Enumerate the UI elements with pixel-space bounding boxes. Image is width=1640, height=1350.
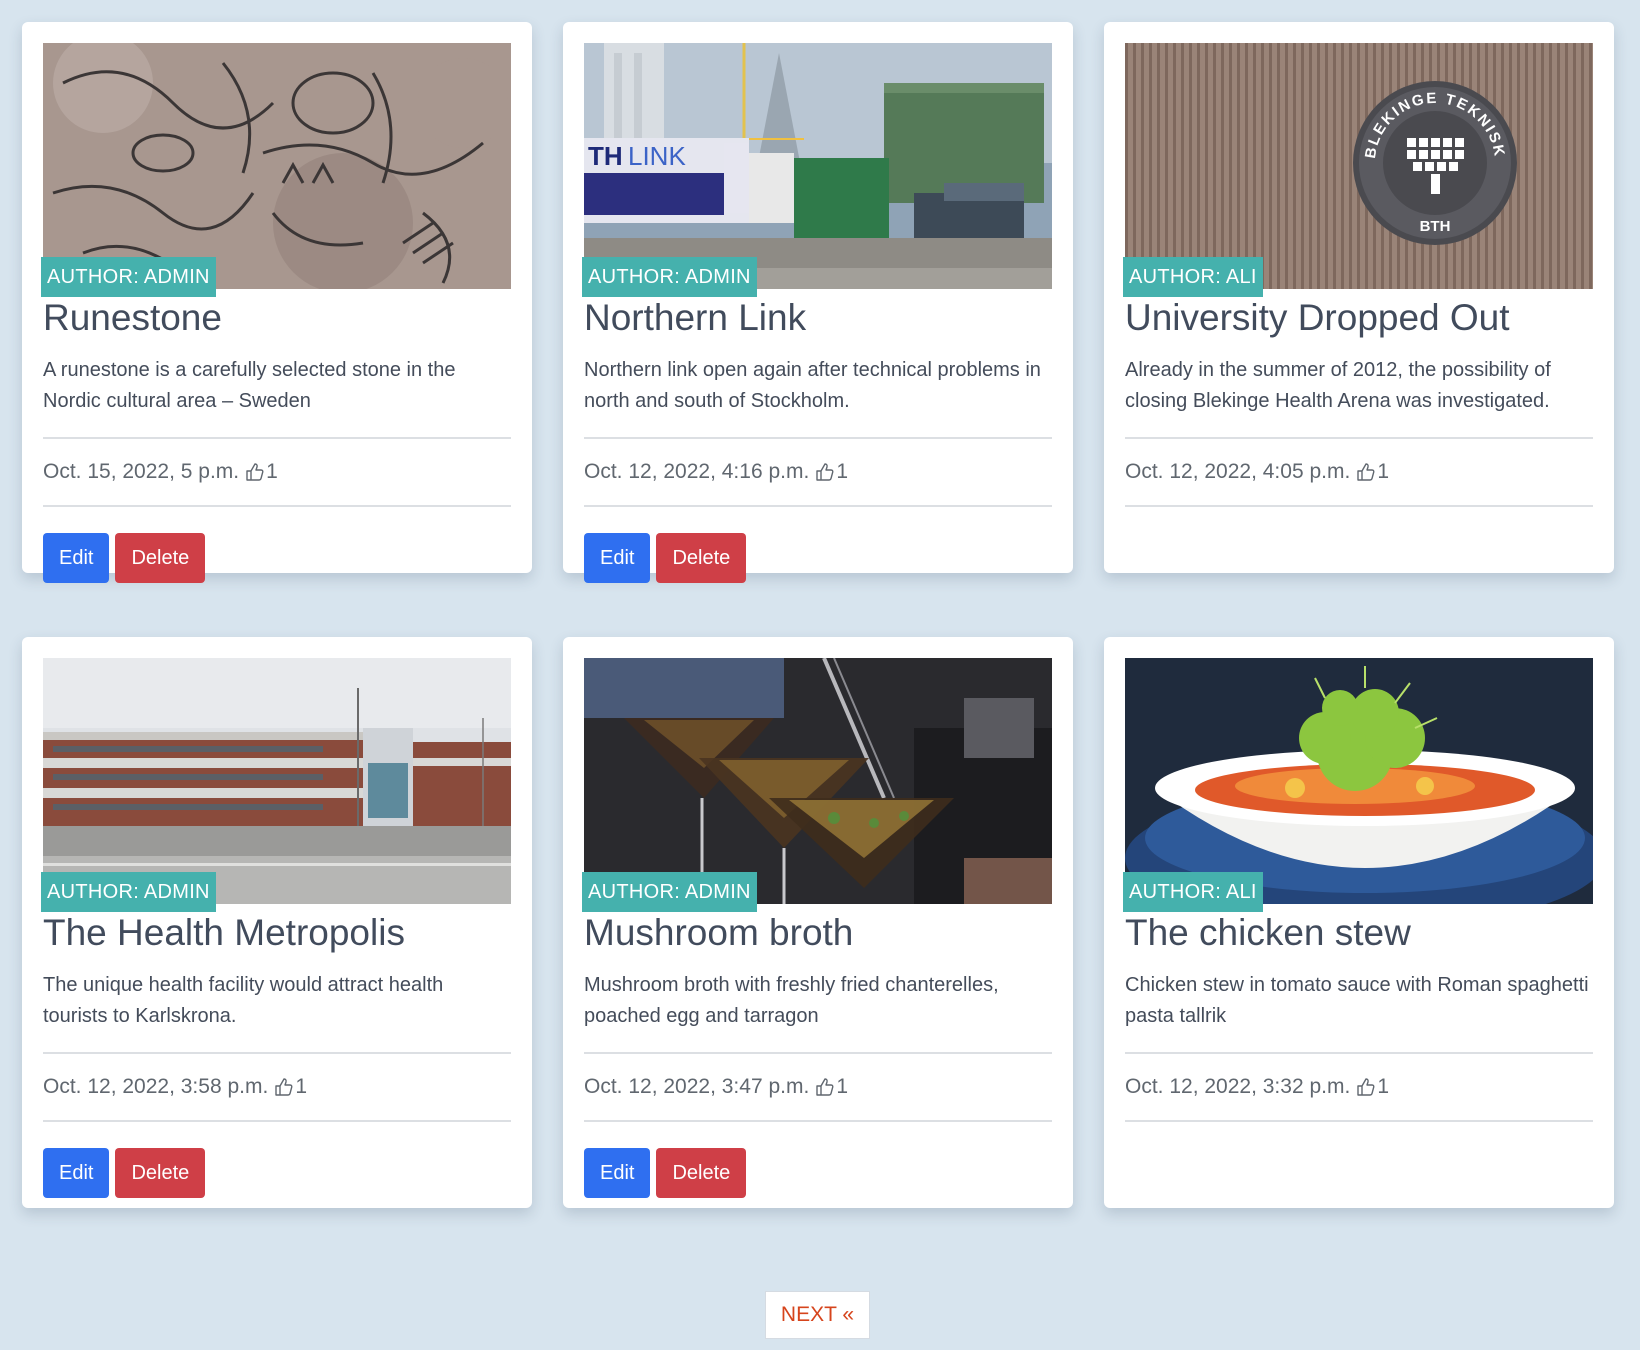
brick-building-image	[43, 658, 511, 904]
edit-button[interactable]: Edit	[584, 1148, 651, 1198]
author-badge: AUTHOR: ALI	[1123, 872, 1263, 912]
author-badge: AUTHOR: ALI	[1123, 257, 1263, 297]
post-card: AUTHOR: ADMIN Runestone A runestone is a…	[22, 22, 532, 583]
delete-button[interactable]: Delete	[115, 1148, 206, 1198]
post-date: Oct. 12, 2022, 3:32 p.m.	[1125, 1075, 1351, 1098]
post-title[interactable]: Runestone	[43, 295, 511, 341]
construction-site-image: TH LINK	[584, 43, 1052, 289]
post-image[interactable]: AUTHOR: ADMIN	[582, 658, 1052, 912]
divider	[43, 505, 511, 507]
svg-text:TH: TH	[588, 141, 623, 171]
post-summary: A runestone is a carefully selected ston…	[43, 359, 456, 412]
edit-button[interactable]: Edit	[43, 533, 110, 583]
post-title[interactable]: Northern Link	[584, 295, 1052, 341]
delete-button[interactable]: Delete	[115, 533, 206, 583]
post-actions: Edit Delete	[43, 1148, 511, 1198]
post-date: Oct. 15, 2022, 5 p.m.	[43, 460, 240, 483]
divider	[43, 1120, 511, 1122]
post-card: TH LINK AUTHOR: ADMIN Northern Link Nort…	[563, 22, 1073, 583]
divider	[1125, 505, 1593, 507]
logo-text-bottom: BTH	[1420, 218, 1451, 235]
posts-grid: AUTHOR: ADMIN Runestone A runestone is a…	[22, 22, 1614, 1208]
stew-bowl-image	[1125, 658, 1593, 904]
post-meta: Oct. 12, 2022, 4:16 p.m. 1	[584, 439, 1052, 505]
like-count: 1	[1377, 1075, 1389, 1098]
post-meta: Oct. 15, 2022, 5 p.m. 1	[43, 439, 511, 505]
post-image[interactable]: BLEKINGE TEKNISKA HÖGSKOLA BTH	[1123, 43, 1593, 297]
divider	[584, 1120, 1052, 1122]
divider	[584, 505, 1052, 507]
post-card: AUTHOR: ADMIN Mushroom broth Mushroom br…	[563, 637, 1073, 1208]
svg-text:LINK: LINK	[628, 141, 686, 171]
post-card: BLEKINGE TEKNISKA HÖGSKOLA BTH	[1104, 22, 1614, 573]
post-title[interactable]: The chicken stew	[1125, 910, 1593, 956]
post-summary: The unique health facility would attract…	[43, 974, 444, 1027]
thumbs-up-icon[interactable]	[274, 1077, 294, 1097]
delete-button[interactable]: Delete	[656, 533, 747, 583]
post-image[interactable]: AUTHOR: ADMIN	[41, 43, 511, 297]
post-image[interactable]: AUTHOR: ALI	[1123, 658, 1593, 912]
broth-glasses-image	[584, 658, 1052, 904]
post-title[interactable]: Mushroom broth	[584, 910, 1052, 956]
author-badge: AUTHOR: ADMIN	[582, 872, 757, 912]
post-title[interactable]: The Health Metropolis	[43, 910, 511, 956]
post-date: Oct. 12, 2022, 4:16 p.m.	[584, 460, 810, 483]
post-title[interactable]: University Dropped Out	[1125, 295, 1593, 341]
like-count: 1	[836, 1075, 848, 1098]
author-badge: AUTHOR: ADMIN	[41, 872, 216, 912]
post-actions: Edit Delete	[43, 533, 511, 583]
author-badge: AUTHOR: ADMIN	[582, 257, 757, 297]
thumbs-up-icon[interactable]	[1356, 462, 1376, 482]
author-badge: AUTHOR: ADMIN	[41, 257, 216, 297]
post-actions: Edit Delete	[584, 1148, 1052, 1198]
thumbs-up-icon[interactable]	[245, 462, 265, 482]
post-date: Oct. 12, 2022, 4:05 p.m.	[1125, 460, 1351, 483]
post-image[interactable]: TH LINK AUTHOR: ADMIN	[582, 43, 1052, 297]
post-summary: Already in the summer of 2012, the possi…	[1125, 359, 1551, 412]
post-date: Oct. 12, 2022, 3:47 p.m.	[584, 1075, 810, 1098]
like-count: 1	[295, 1075, 307, 1098]
post-meta: Oct. 12, 2022, 3:32 p.m. 1	[1125, 1054, 1593, 1120]
thumbs-up-icon[interactable]	[815, 1077, 835, 1097]
post-image[interactable]: AUTHOR: ADMIN	[41, 658, 511, 912]
like-count: 1	[1377, 460, 1389, 483]
post-summary: Chicken stew in tomato sauce with Roman …	[1125, 974, 1589, 1027]
post-actions: Edit Delete	[584, 533, 1052, 583]
next-page-button[interactable]: NEXT «	[765, 1291, 870, 1339]
delete-button[interactable]: Delete	[656, 1148, 747, 1198]
post-meta: Oct. 12, 2022, 3:58 p.m. 1	[43, 1054, 511, 1120]
thumbs-up-icon[interactable]	[1356, 1077, 1376, 1097]
post-card: AUTHOR: ALI The chicken stew Chicken ste…	[1104, 637, 1614, 1208]
runestone-image	[43, 43, 511, 289]
divider	[1125, 1120, 1593, 1122]
post-meta: Oct. 12, 2022, 3:47 p.m. 1	[584, 1054, 1052, 1120]
post-meta: Oct. 12, 2022, 4:05 p.m. 1	[1125, 439, 1593, 505]
bth-sign-image: BLEKINGE TEKNISKA HÖGSKOLA BTH	[1125, 43, 1593, 289]
post-summary: Northern link open again after technical…	[584, 359, 1041, 412]
like-count: 1	[266, 460, 278, 483]
edit-button[interactable]: Edit	[584, 533, 651, 583]
thumbs-up-icon[interactable]	[815, 462, 835, 482]
edit-button[interactable]: Edit	[43, 1148, 110, 1198]
like-count: 1	[836, 460, 848, 483]
post-card: AUTHOR: ADMIN The Health Metropolis The …	[22, 637, 532, 1208]
post-summary: Mushroom broth with freshly fried chante…	[584, 974, 999, 1027]
post-date: Oct. 12, 2022, 3:58 p.m.	[43, 1075, 269, 1098]
